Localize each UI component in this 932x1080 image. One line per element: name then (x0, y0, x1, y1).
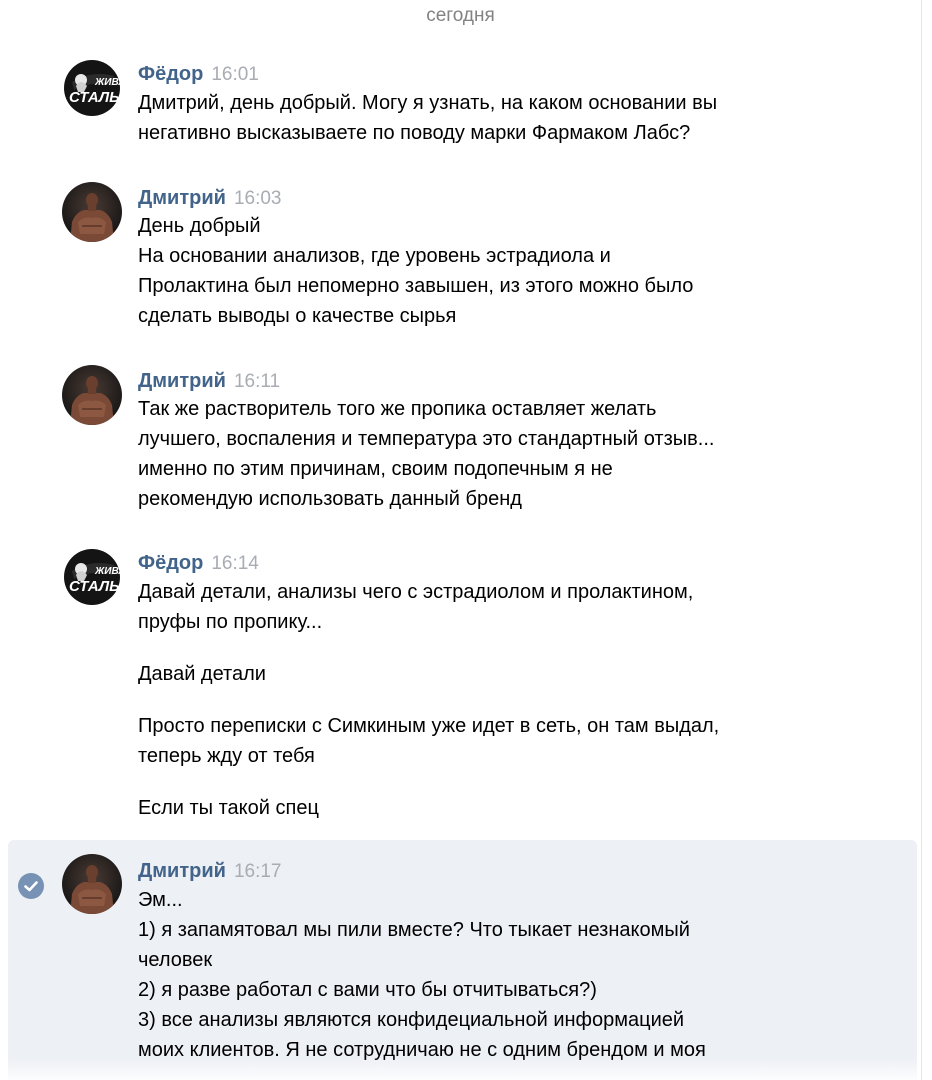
message-line: Просто переписки с Симкиным уже идет в с… (138, 715, 720, 737)
avatar[interactable] (62, 854, 122, 914)
avatar[interactable] (62, 365, 122, 425)
message[interactable]: ЖИВАЯ СТАЛЬ Фёдор 16:01 Дмитрий, день доб… (0, 56, 921, 166)
message-header: Дмитрий 16:03 (138, 186, 282, 212)
zhivaya-stal-logo-icon: ЖИВАЯ СТАЛЬ (62, 58, 122, 118)
message-text: Давай детали, анализы чего с эстрадиолом… (138, 577, 838, 823)
author-name[interactable]: Фёдор (138, 63, 203, 85)
message-line: именно по этим причинам, своим подопечны… (138, 458, 613, 480)
message-header: Фёдор 16:01 (138, 62, 259, 88)
author-name[interactable]: Дмитрий (138, 370, 226, 392)
message-line: Давай детали, анализы чего с эстрадиолом… (138, 581, 694, 603)
avatar[interactable] (62, 182, 122, 242)
author-name[interactable]: Дмитрий (138, 187, 226, 209)
author-name[interactable]: Дмитрий (138, 860, 226, 882)
date-separator: сегодня (426, 5, 495, 26)
message-line: Давай детали (138, 663, 266, 685)
message-time[interactable]: 16:11 (234, 371, 280, 392)
author-name[interactable]: Фёдор (138, 552, 203, 574)
message-selected[interactable]: Дмитрий 16:17 Эм... 1) я запамятовал мы п… (8, 840, 917, 1080)
svg-text:ЖИВАЯ: ЖИВАЯ (94, 77, 122, 88)
message-text: Так же растворитель того же пропика оста… (138, 394, 838, 514)
message-line: негативно высказываете по поводу марки Ф… (138, 122, 691, 144)
bodybuilder-photo-icon (62, 854, 122, 914)
message-line: рекомендую использовать данный бренд (138, 488, 522, 510)
chat-history: сегодня ЖИВАЯ СТАЛЬ Фёдор 16:01 Дмитрий, … (0, 0, 921, 1080)
svg-text:СТАЛЬ: СТАЛЬ (69, 578, 120, 595)
svg-text:ЖИВАЯ: ЖИВАЯ (94, 566, 122, 577)
message-time[interactable]: 16:14 (211, 553, 259, 574)
scrollbar-track[interactable] (921, 0, 922, 1080)
message-text: Эм... 1) я запамятовал мы пили вместе? Ч… (138, 885, 838, 1065)
message[interactable]: Дмитрий 16:03 День добрый На основании ан… (0, 180, 921, 340)
message-line: День добрый (138, 215, 261, 237)
message-header: Фёдор 16:14 (138, 551, 259, 577)
message-line: Так же растворитель того же пропика оста… (138, 398, 657, 420)
message-line: сделать выводы о качестве сырья (138, 305, 457, 327)
bodybuilder-photo-icon (62, 182, 122, 242)
message-text: Дмитрий, день добрый. Могу я узнать, на … (138, 88, 838, 148)
message[interactable]: Дмитрий 16:11 Так же растворитель того же… (0, 363, 921, 523)
message-header: Дмитрий 16:11 (138, 369, 280, 395)
message-time[interactable]: 16:03 (234, 188, 282, 209)
selected-check-icon[interactable] (18, 873, 44, 899)
svg-text:СТАЛЬ: СТАЛЬ (69, 89, 120, 106)
message-line: лучшего, воспаления и температура это ст… (138, 428, 715, 450)
message-line: На основании анализов, где уровень эстра… (138, 245, 611, 267)
bodybuilder-photo-icon (62, 365, 122, 425)
message-line: пруфы по пропику... (138, 611, 323, 633)
message-time[interactable]: 16:17 (234, 861, 282, 882)
message-text: День добрый На основании анализов, где у… (138, 211, 838, 331)
message-time[interactable]: 16:01 (211, 64, 259, 85)
message-line: 3) все анализы являются конфидециальной … (138, 1009, 685, 1031)
message-line: Дмитрий, день добрый. Могу я узнать, на … (138, 92, 718, 114)
message-line: теперь жду от тебя (138, 745, 315, 767)
message-line: 1) я запамятовал мы пили вместе? Что тык… (138, 919, 690, 941)
message-line: 2) я разве работал с вами что бы отчитыв… (138, 979, 597, 1001)
avatar[interactable]: ЖИВАЯ СТАЛЬ (62, 58, 122, 118)
zhivaya-stal-logo-icon: ЖИВАЯ СТАЛЬ (62, 547, 122, 607)
message-line: человек (138, 949, 213, 971)
message-line: Если ты такой спец (138, 797, 319, 819)
avatar[interactable]: ЖИВАЯ СТАЛЬ (62, 547, 122, 607)
message-header: Дмитрий 16:17 (138, 859, 282, 885)
message-line: Эм... (138, 889, 183, 911)
message-line: Пролактина был непомерно завышен, из это… (138, 275, 694, 297)
message[interactable]: ЖИВАЯ СТАЛЬ Фёдор 16:14 Давай детали, ана… (0, 546, 921, 831)
message-line: моих клиентов. Я не сотрудничаю не с одн… (138, 1039, 706, 1061)
